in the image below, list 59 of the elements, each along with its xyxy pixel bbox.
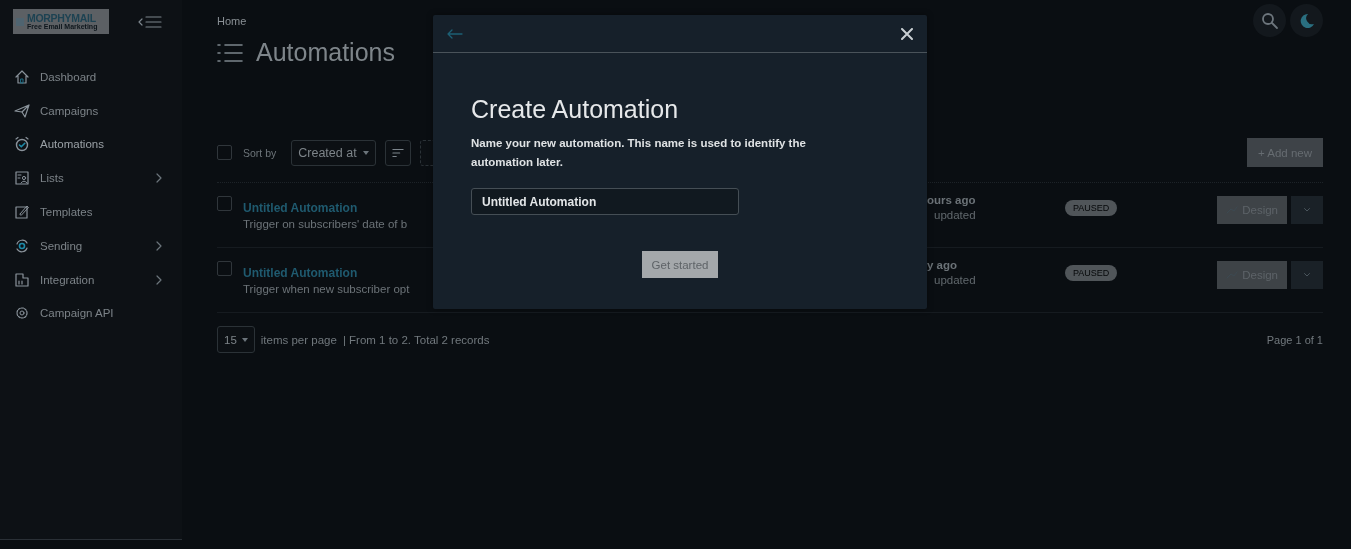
circuit-board-icon [14, 271, 30, 288]
per-page-select[interactable]: 15 [217, 326, 255, 353]
sort-order-button[interactable] [384, 139, 411, 166]
sidebar-item[interactable]: Templates [0, 195, 182, 229]
caret-down-icon [362, 150, 369, 155]
theme-toggle-button[interactable] [1290, 4, 1323, 37]
chevron-right-icon [156, 173, 162, 184]
gear-icon [14, 305, 30, 322]
sort-select[interactable]: Created at [291, 139, 376, 166]
sidebar-item[interactable]: Campaign API [0, 296, 182, 331]
sync-icon [14, 237, 30, 254]
contact-list-icon [14, 170, 30, 187]
moon-icon [1298, 12, 1315, 29]
list-icon [217, 42, 243, 63]
updated-label: updated [933, 209, 977, 221]
dialog-title: Create Automation [471, 95, 680, 124]
page-indicator: Page 1 of 1 [1266, 333, 1323, 346]
status-badge: PAUSED [1065, 265, 1118, 281]
collapse-menu-button[interactable] [138, 14, 162, 29]
status-badge: PAUSED [1065, 200, 1118, 216]
row-checkbox[interactable] [217, 261, 232, 276]
get-started-button[interactable]: Get started [641, 251, 719, 278]
pencil-square-icon [14, 204, 30, 221]
search-icon [1260, 11, 1279, 30]
chevron-right-icon [156, 274, 162, 285]
close-icon [901, 27, 913, 40]
sidebar-item[interactable]: Dashboard [0, 60, 182, 94]
paper-plane-icon [14, 102, 30, 119]
chevron-right-icon [156, 240, 162, 251]
select-all-checkbox[interactable] [217, 145, 232, 160]
row-checkbox[interactable] [217, 196, 232, 211]
alarm-clock-icon [14, 136, 30, 153]
caret-down-icon [1304, 208, 1310, 212]
sidebar-item[interactable]: Lists [0, 161, 182, 196]
name-field[interactable]: Untitled Automation [471, 188, 739, 215]
sidebar-item[interactable]: Sending [0, 229, 182, 263]
sidebar-item[interactable]: Automations [0, 127, 182, 162]
logo-title: MORPHYMAIL [27, 12, 97, 24]
caret-down-icon [1304, 273, 1310, 277]
updated-label: updated [933, 274, 977, 286]
breadcrumb-link[interactable]: Home [217, 15, 395, 27]
back-arrow-icon [447, 28, 463, 39]
sidebar-item[interactable]: Integration [0, 262, 182, 297]
updated-time: ours ago [927, 194, 977, 206]
page-title: Automations [256, 38, 395, 67]
close-button[interactable] [899, 25, 915, 42]
dialog-description: Name your new automation. This name is used to identify the automation later. [471, 136, 807, 170]
records-summary: | From 1 to 2. Total 2 records [342, 333, 490, 346]
sort-lines-icon [391, 147, 404, 158]
caret-down-icon [241, 337, 248, 342]
updated-time: y ago [927, 259, 959, 271]
trigger-description: Trigger on subscribers' date of b [243, 218, 409, 230]
sidebar-item[interactable]: Campaigns [0, 93, 182, 128]
menu-collapse-icon [138, 14, 162, 29]
trigger-description: Trigger when new subscriber opt [243, 283, 411, 295]
search-button[interactable] [1253, 4, 1286, 37]
per-page-label: items per page [260, 333, 337, 346]
home-icon [14, 68, 30, 85]
sort-label: Sort by [243, 146, 277, 159]
